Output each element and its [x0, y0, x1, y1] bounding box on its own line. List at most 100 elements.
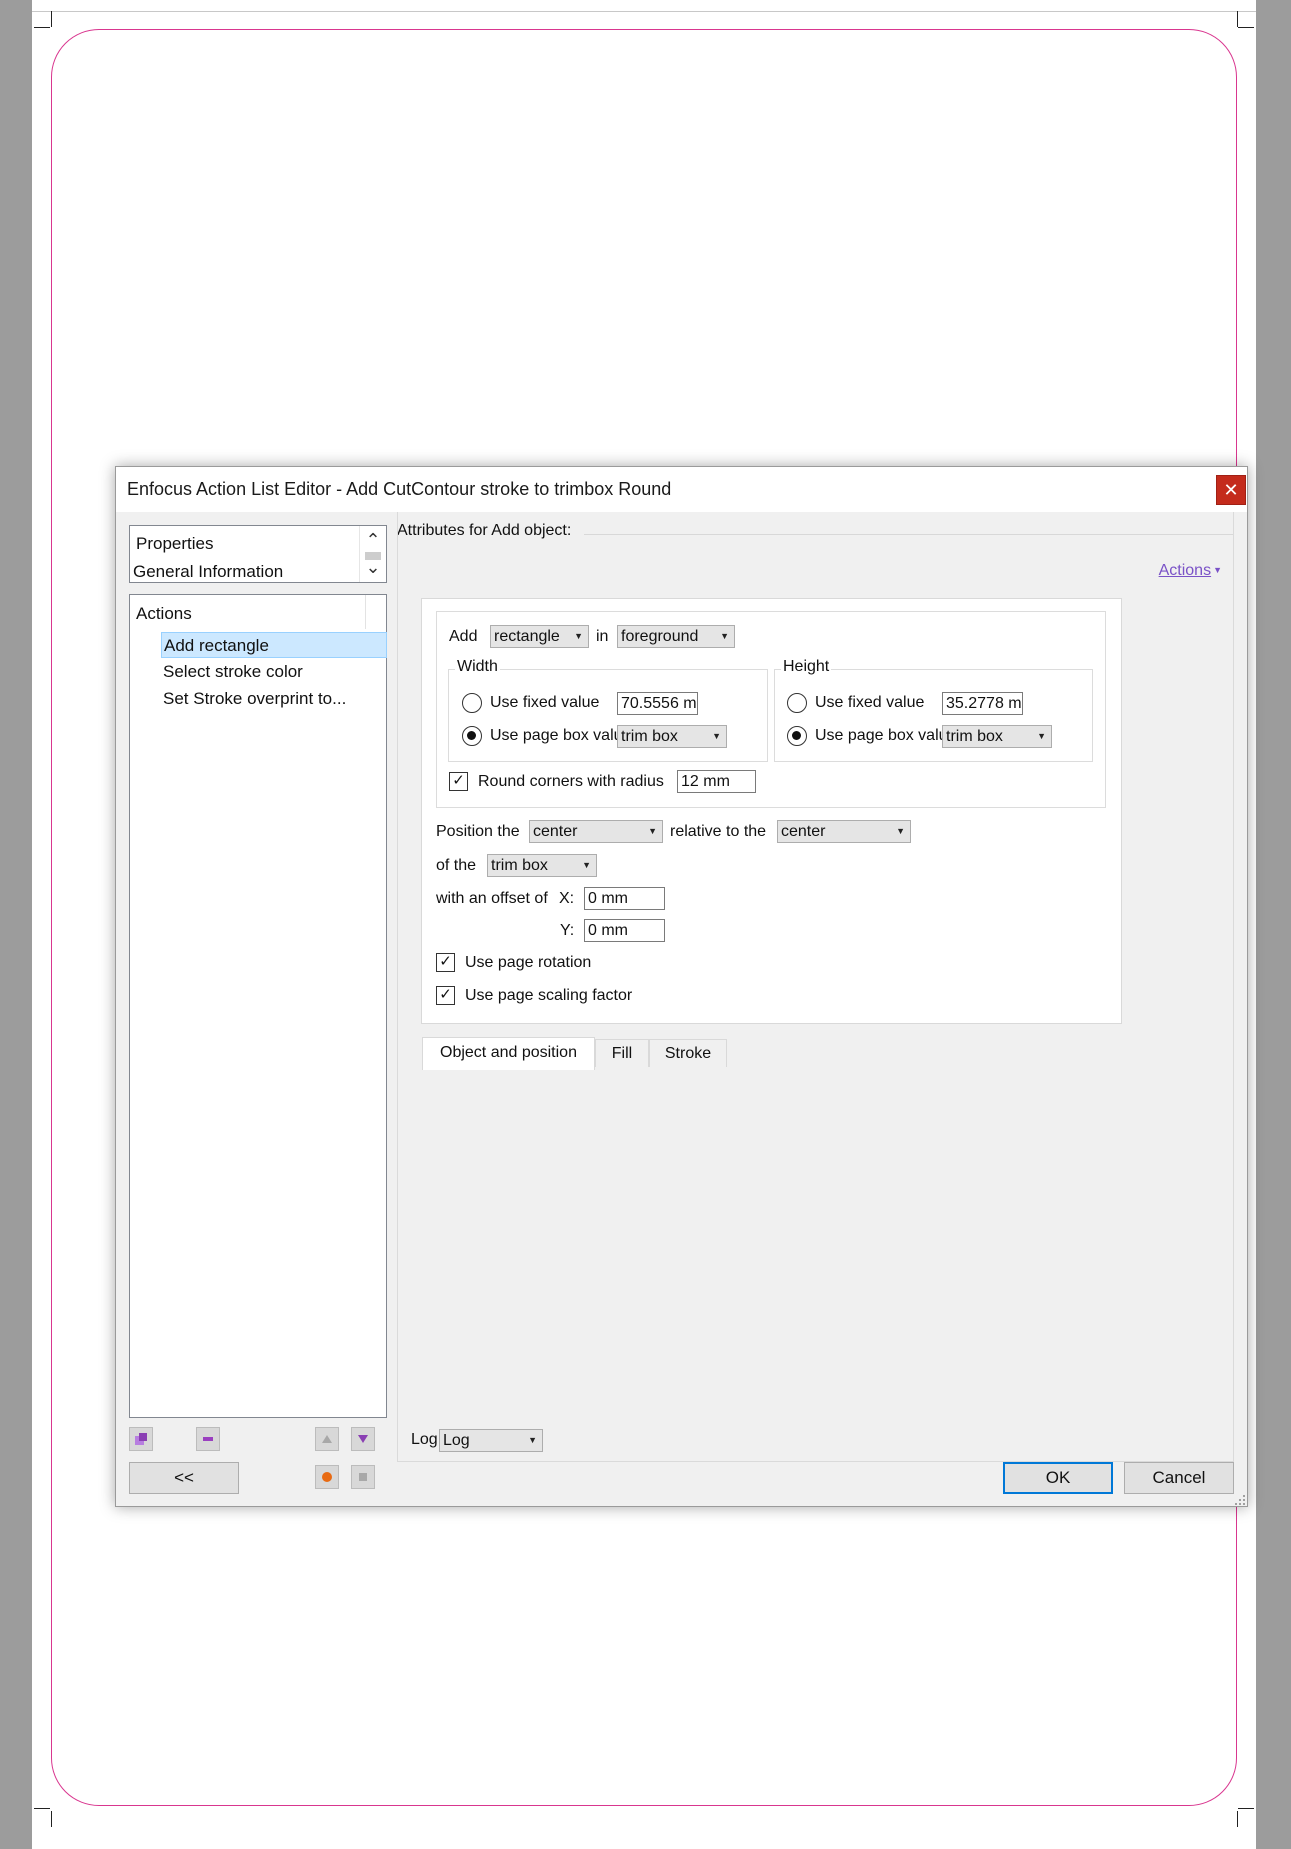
stop-icon — [359, 1473, 367, 1481]
action-item-add-rectangle[interactable]: Add rectangle — [161, 632, 387, 658]
height-pagebox-radio[interactable] — [787, 726, 807, 746]
shape-select-value: rectangle — [494, 628, 560, 645]
height-fixed-label: Use fixed value — [815, 694, 925, 711]
resize-grip-icon[interactable] — [1233, 1493, 1246, 1506]
width-pagebox-select[interactable]: trim box ▼ — [617, 725, 727, 748]
use-page-scaling-label: Use page scaling factor — [465, 987, 633, 1004]
crop-mark-top-right-v — [1237, 11, 1238, 27]
close-button[interactable]: ✕ — [1216, 475, 1246, 505]
width-pagebox-label: Use page box value — [490, 727, 632, 744]
actions-list[interactable]: Actions Add rectangle Select stroke colo… — [129, 594, 387, 1418]
use-page-rotation-checkbox[interactable]: ✓ — [436, 953, 455, 972]
tab-object-and-position[interactable]: Object and position — [422, 1037, 595, 1070]
object-position-tab-page: Add rectangle ▼ in foreground ▼ Width Use … — [421, 598, 1122, 1024]
arrow-up-icon — [322, 1435, 332, 1443]
offset-x-label: X: — [559, 890, 575, 907]
dropdown-icon: ▼ — [1037, 731, 1046, 741]
action-item-set-stroke-overprint[interactable]: Set Stroke overprint to... — [161, 686, 387, 712]
layer-select-value: foreground — [621, 628, 699, 645]
record-icon — [322, 1472, 332, 1482]
properties-scrollbar[interactable]: ⌃ ⌄ — [359, 526, 386, 582]
height-fixed-input[interactable]: 35.2778 m — [942, 692, 1023, 715]
crop-mark-bottom-left-v — [51, 1811, 52, 1827]
crop-mark-bottom-right-v — [1237, 1811, 1238, 1827]
scroll-up-icon[interactable]: ⌃ — [360, 529, 386, 551]
round-corners-radius-input[interactable]: 12 mm — [677, 770, 756, 793]
width-fixed-input[interactable]: 70.5556 m — [617, 692, 698, 715]
relative-anchor-value: center — [781, 823, 826, 840]
height-group-title: Height — [781, 658, 832, 676]
log-select-value: Log — [443, 1432, 470, 1449]
properties-item[interactable]: Properties — [136, 534, 213, 554]
shape-select[interactable]: rectangle ▼ — [490, 625, 589, 648]
record-button[interactable] — [315, 1465, 339, 1489]
add-action-button[interactable] — [129, 1427, 153, 1451]
attributes-title-rule — [584, 534, 1234, 535]
height-fixed-radio[interactable] — [787, 693, 807, 713]
crop-mark-top-left-v — [51, 11, 52, 27]
width-fixed-radio[interactable] — [462, 693, 482, 713]
height-pagebox-value: trim box — [946, 728, 1003, 745]
tab-stroke[interactable]: Stroke — [649, 1039, 727, 1067]
move-down-button[interactable] — [351, 1427, 375, 1451]
cancel-button[interactable]: Cancel — [1124, 1462, 1234, 1494]
relative-anchor-select[interactable]: center ▼ — [777, 820, 911, 843]
actions-menu-label: Actions — [1158, 562, 1212, 579]
height-pagebox-label: Use page box value — [815, 727, 957, 744]
dropdown-icon: ▼ — [720, 631, 729, 641]
dropdown-icon: ▼ — [648, 826, 657, 836]
reference-box-value: trim box — [491, 857, 548, 874]
position-anchor-select[interactable]: center ▼ — [529, 820, 663, 843]
offset-x-input[interactable]: 0 mm — [584, 887, 665, 910]
dropdown-icon: ▼ — [712, 731, 721, 741]
width-group-title: Width — [455, 658, 500, 676]
height-group: Height Use fixed value 35.2778 m Use pag… — [774, 658, 1093, 762]
offset-label: with an offset of — [436, 890, 548, 907]
add-object-group: Add rectangle ▼ in foreground ▼ Width Use … — [436, 611, 1106, 808]
remove-action-icon — [203, 1437, 213, 1441]
stop-button[interactable] — [351, 1465, 375, 1489]
window-title: Enfocus Action List Editor - Add CutCont… — [127, 479, 672, 499]
log-select[interactable]: Log ▼ — [439, 1429, 543, 1452]
header-divider — [365, 595, 366, 629]
position-label: Position the — [436, 823, 520, 840]
width-pagebox-value: trim box — [621, 728, 678, 745]
in-label: in — [596, 628, 609, 645]
scroll-down-icon[interactable]: ⌄ — [360, 556, 386, 578]
collapse-button[interactable]: << — [129, 1462, 239, 1494]
offset-y-label: Y: — [560, 922, 575, 939]
right-page-margin — [1256, 0, 1291, 1849]
add-action-icon — [135, 1433, 147, 1445]
dropdown-icon: ▼ — [574, 631, 583, 641]
dropdown-icon: ▼ — [528, 1435, 537, 1445]
arrow-down-icon — [358, 1435, 368, 1443]
crop-mark-bottom-left-h — [34, 1808, 50, 1809]
ok-button[interactable]: OK — [1003, 1462, 1113, 1494]
position-anchor-value: center — [533, 823, 578, 840]
height-pagebox-select[interactable]: trim box ▼ — [942, 725, 1052, 748]
reference-box-select[interactable]: trim box ▼ — [487, 854, 597, 877]
round-corners-label: Round corners with radius — [478, 773, 664, 790]
offset-y-input[interactable]: 0 mm — [584, 919, 665, 942]
move-up-button[interactable] — [315, 1427, 339, 1451]
use-page-scaling-checkbox[interactable]: ✓ — [436, 986, 455, 1005]
crop-mark-bottom-right-h — [1238, 1808, 1254, 1809]
action-item-select-stroke-color[interactable]: Select stroke color — [161, 659, 387, 685]
actions-list-header: Actions — [136, 604, 192, 623]
log-label: Log — [411, 1431, 438, 1448]
use-page-rotation-label: Use page rotation — [465, 954, 592, 971]
title-bar[interactable]: Enfocus Action List Editor - Add CutCont… — [116, 467, 1247, 512]
properties-list[interactable]: Properties General Information ⌃ ⌄ — [129, 525, 387, 583]
layer-select[interactable]: foreground ▼ — [617, 625, 735, 648]
width-group: Width Use fixed value 70.5556 m Use page… — [448, 658, 768, 762]
round-corners-checkbox[interactable]: ✓ — [449, 772, 468, 791]
width-pagebox-radio[interactable] — [462, 726, 482, 746]
remove-action-button[interactable] — [196, 1427, 220, 1451]
tab-fill[interactable]: Fill — [595, 1039, 649, 1067]
attributes-title: Attributes for Add object: — [397, 522, 572, 539]
relative-to-label: relative to the — [670, 823, 767, 840]
of-the-label: of the — [436, 857, 477, 874]
dropdown-icon: ▼ — [582, 860, 591, 870]
general-information-item[interactable]: General Information — [133, 562, 283, 582]
actions-menu-link[interactable]: Actions ▼ — [1159, 562, 1222, 580]
